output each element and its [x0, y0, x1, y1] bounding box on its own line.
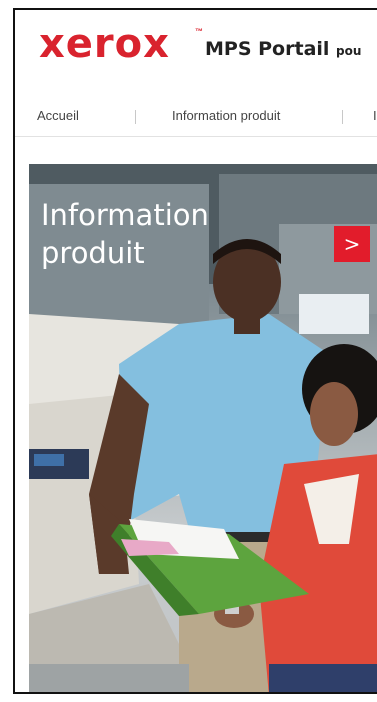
nav-item-information-produit[interactable]: Information produit [172, 108, 280, 123]
hero-banner[interactable]: Information produit > [29, 164, 377, 692]
nav-item-accueil[interactable]: Accueil [37, 108, 79, 123]
hero-title-line2: produit [41, 236, 145, 270]
portal-title-text: MPS Portail [205, 38, 330, 60]
browser-frame: xerox ™ MPS Portail pou Accueil Informat… [13, 8, 377, 694]
nav-separator [342, 110, 343, 124]
site-header: xerox ™ MPS Portail pou [15, 10, 377, 76]
portal-title-suffix: pou [336, 44, 362, 58]
hero-next-arrow-icon[interactable]: > [334, 226, 370, 262]
nav-separator [135, 110, 136, 124]
hero-title: Information produit [41, 196, 209, 272]
main-nav: Accueil Information produit I [15, 96, 377, 137]
hero-title-line1: Information [41, 198, 209, 232]
xerox-logo[interactable]: xerox [39, 24, 170, 64]
nav-item-truncated[interactable]: I [373, 108, 377, 123]
trademark-mark: ™ [195, 27, 203, 36]
portal-title: MPS Portail pou [205, 38, 361, 60]
